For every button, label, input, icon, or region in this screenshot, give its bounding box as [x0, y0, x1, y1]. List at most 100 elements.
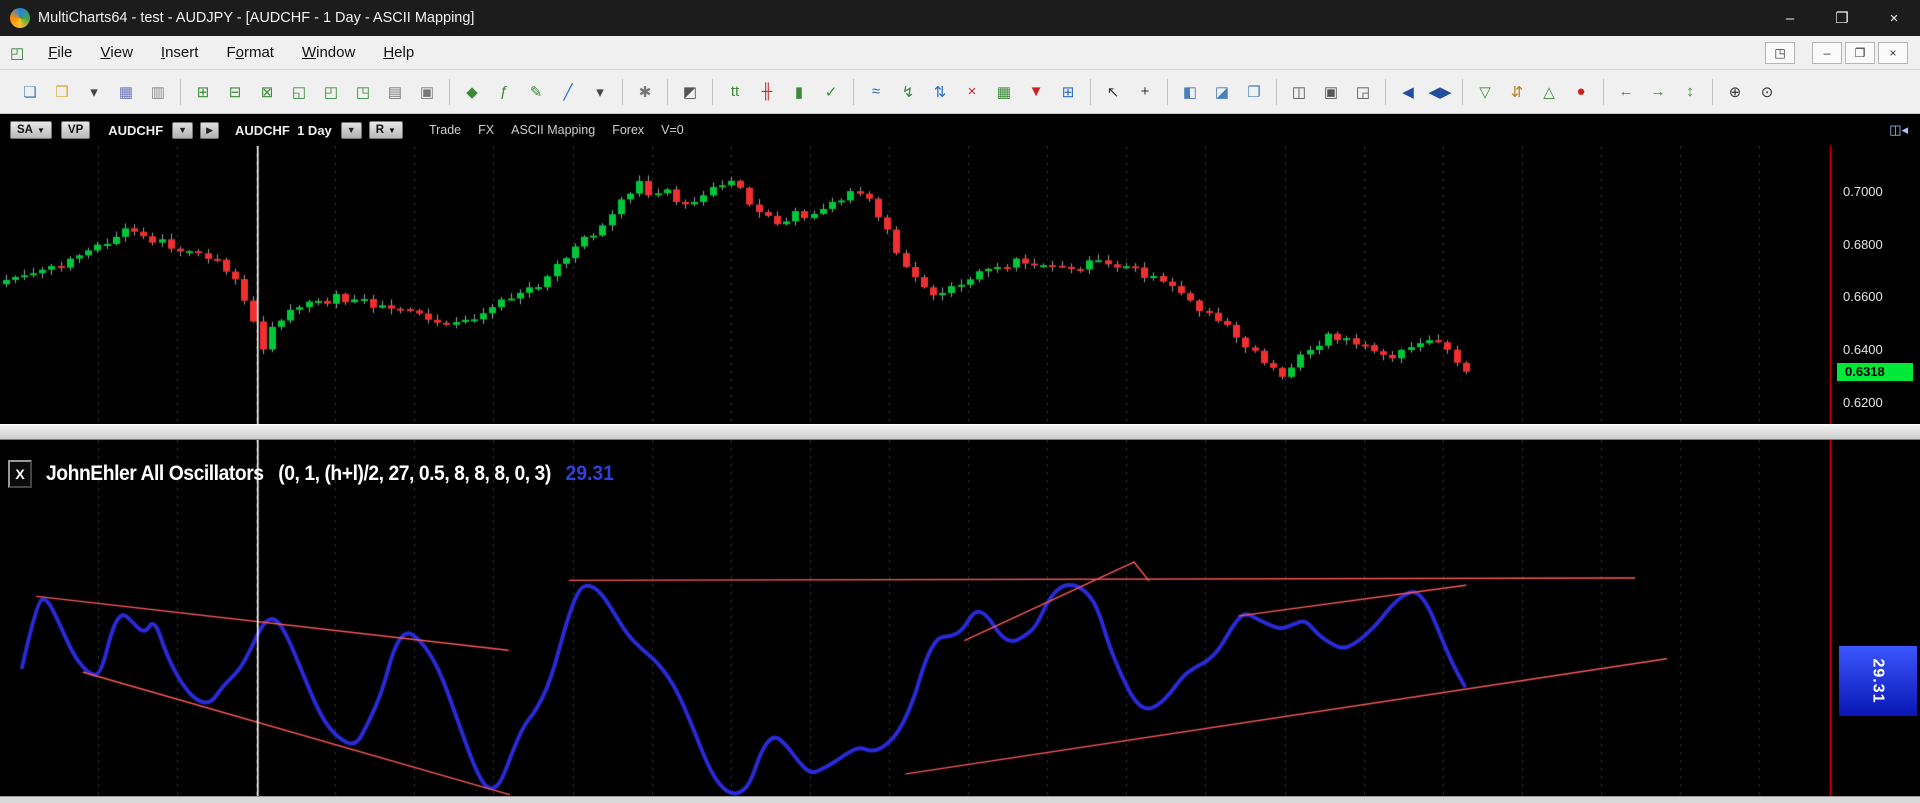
symbol-forward-button[interactable]: ▶ [200, 121, 219, 139]
prev-signal-icon[interactable]: ← [1611, 77, 1641, 106]
close-child-icon[interactable]: × [1878, 41, 1908, 64]
float-window-icon[interactable]: ◳ [1765, 41, 1795, 64]
format-objects-icon[interactable]: ✎ [521, 77, 551, 106]
draw-trendline-icon[interactable]: ╱ [553, 77, 583, 106]
data-window-icon[interactable]: ◫◂ [1889, 122, 1908, 138]
price-chart-panel: 0.6318 0.7000 0.6800 0.6600 0.6400 0.6200 [0, 146, 1920, 424]
page-setup-icon[interactable]: ▤ [380, 77, 410, 106]
menu-view[interactable]: View [86, 36, 147, 69]
export-data-icon[interactable]: ◰ [316, 77, 346, 106]
menu-help[interactable]: Help [369, 36, 428, 69]
snapshot-icon[interactable]: ▣ [1316, 77, 1346, 106]
insert-study-icon[interactable]: ≈ [861, 77, 891, 106]
resolution-mode-dropdown[interactable]: R ▼ [368, 121, 403, 139]
status-fx: FX [478, 123, 495, 137]
menu-file[interactable]: File [34, 36, 86, 69]
place-order-icon[interactable]: △ [1534, 77, 1564, 106]
status-v-0: V=0 [661, 123, 684, 137]
zoom-tool-icon[interactable]: ⊙ [1752, 77, 1782, 106]
remove-study-icon[interactable]: × [957, 77, 987, 106]
restore-layout-icon[interactable]: ◲ [1348, 77, 1378, 106]
copy-chart-window-icon[interactable]: ⊟ [220, 77, 250, 106]
new-chart-window-icon[interactable]: ⊞ [188, 77, 218, 106]
playback-forward-icon[interactable]: ◀▶ [1425, 77, 1455, 106]
menu-format[interactable]: Fo rmat [212, 36, 288, 69]
chevron-down-icon: ▼ [36, 125, 45, 135]
duplicate-window-icon[interactable]: ⊠ [252, 77, 282, 106]
restore-child-icon[interactable]: ❐ [1845, 41, 1875, 64]
menu-bar: ◰ File View Insert Fo rmat Window Help ◳ – ❐ × [0, 36, 1920, 70]
symbol-bar: SA ▼ VP AUDCHF ▼ ▶ AUDCHF 1 Day ▼ R ▼ Tr… [0, 114, 1920, 146]
status-analysis-dropdown[interactable]: SA ▼ [10, 121, 52, 139]
reverse-position-icon[interactable]: ⇵ [1502, 77, 1532, 106]
show-fills-icon[interactable]: ▽ [1470, 77, 1500, 106]
pointer-tool-icon[interactable]: ↖ [1098, 77, 1128, 106]
strategy-positions-icon[interactable]: ⇅ [925, 77, 955, 106]
print-icon[interactable]: ▥ [143, 77, 173, 106]
insert-signal-icon[interactable]: ↯ [893, 77, 923, 106]
study-value: 29.31 [565, 462, 614, 485]
oscillator-canvas[interactable] [0, 440, 1837, 796]
open-icon[interactable]: ❒ [47, 77, 77, 106]
playback-back-icon[interactable]: ◀ [1393, 77, 1423, 106]
minimize-button[interactable]: – [1764, 0, 1816, 36]
chart-document-icon: ◰ [10, 44, 25, 62]
subchart-close-button[interactable]: X [8, 460, 32, 488]
last-price-marker: 0.6318 [1837, 362, 1913, 381]
study-parameters: (0, 1, (h+l)/2, 27, 0.5, 8, 8, 8, 0, 3) [278, 462, 551, 485]
price-axis-label: 0.6600 [1843, 289, 1883, 305]
horizontal-scroll-strip[interactable] [0, 796, 1920, 803]
symbol-dropdown-button[interactable]: ▼ [172, 121, 194, 139]
candlestick-icon[interactable]: ▮ [784, 77, 814, 106]
format-study-icon[interactable]: ƒ [489, 77, 519, 106]
maximize-panel-icon[interactable]: ◫ [1284, 77, 1314, 106]
crosshair-tool-icon[interactable]: + [1130, 77, 1160, 106]
oscillator-axis[interactable]: 29.31 [1837, 440, 1920, 796]
chart-style-icon[interactable]: ✱ [630, 77, 660, 106]
menu-insert[interactable]: Insert [147, 36, 213, 69]
ohlc-bars-icon[interactable]: ╫ [752, 77, 782, 106]
publish-chart-icon[interactable]: ▣ [412, 77, 442, 106]
tick-bars-icon[interactable]: tt [720, 77, 750, 106]
window-tabs-icon[interactable]: ❐ [1239, 77, 1269, 106]
alerts-icon[interactable]: ❏ [15, 77, 45, 106]
import-data-icon[interactable]: ◱ [284, 77, 314, 106]
apply-bar-style-icon[interactable]: ✓ [816, 77, 846, 106]
close-button[interactable]: × [1868, 0, 1920, 36]
draw-dropdown-icon[interactable]: ▾ [585, 77, 615, 106]
zoom-in-icon[interactable]: ⊕ [1720, 77, 1750, 106]
toolbar-separator [449, 78, 450, 105]
volume-profile-button[interactable]: VP [60, 121, 91, 139]
toolbar-separator [1603, 78, 1604, 105]
chevron-down-icon: ▼ [388, 125, 396, 135]
mdi-window-controls: ◳ – ❐ × [1765, 41, 1908, 64]
multicharts-window: MultiCharts64 - test - AUDJPY - [AUDCHF … [0, 0, 1920, 803]
optimize-strategy-icon[interactable]: ▦ [989, 77, 1019, 106]
symbol-mapping-icon[interactable]: ◳ [348, 77, 378, 106]
series-dropdown-button[interactable]: ▼ [340, 121, 362, 139]
toolbar-separator [1167, 78, 1168, 105]
main-toolbar: ❏ ❒ ▾ ▦ ▥ ⊞ ⊟ ⊠ ◱ ◰ ◳ ▤ ▣ ◆ ƒ ✎ ╱ ▾ ✱ ◩ tt ╫ ▮ ✓ ≈ ↯ ⇅ × ▦ ▼ ⊞ ↖ + ◧ ◪ ❐ ◫ ▣ ◲… [0, 70, 1920, 114]
chart-analysis-icon[interactable]: ◩ [675, 77, 705, 106]
format-instrument-icon[interactable]: ◆ [457, 77, 487, 106]
minimize-child-icon[interactable]: – [1812, 41, 1842, 64]
price-axis[interactable]: 0.6318 0.7000 0.6800 0.6600 0.6400 0.6200 [1837, 146, 1920, 424]
panel-bottom-icon[interactable]: ◪ [1207, 77, 1237, 106]
toolbar-separator [1385, 78, 1386, 105]
maximize-button[interactable]: ❐ [1816, 0, 1868, 36]
menu-window[interactable]: Window [288, 36, 369, 69]
next-signal-icon[interactable]: → [1643, 77, 1673, 106]
strategy-properties-icon[interactable]: ⊞ [1053, 77, 1083, 106]
arrange-panels-icon[interactable]: ◧ [1175, 77, 1205, 106]
cancel-orders-icon[interactable]: ● [1566, 77, 1596, 106]
save-icon[interactable]: ▦ [111, 77, 141, 106]
price-chart-canvas[interactable] [0, 146, 1837, 424]
oscillator-header: X JohnEhler All Oscillators (0, 1, (h+l)… [8, 460, 663, 488]
auto-trading-icon[interactable]: ▼ [1021, 77, 1051, 106]
status-ascii-mapping: ASCII Mapping [511, 123, 596, 137]
toolbar-separator [180, 78, 181, 105]
scroll-range-icon[interactable]: ↕ [1675, 77, 1705, 106]
open-dropdown-icon[interactable]: ▾ [79, 77, 109, 106]
toolbar-separator [1276, 78, 1277, 105]
panel-splitter[interactable] [0, 424, 1920, 440]
